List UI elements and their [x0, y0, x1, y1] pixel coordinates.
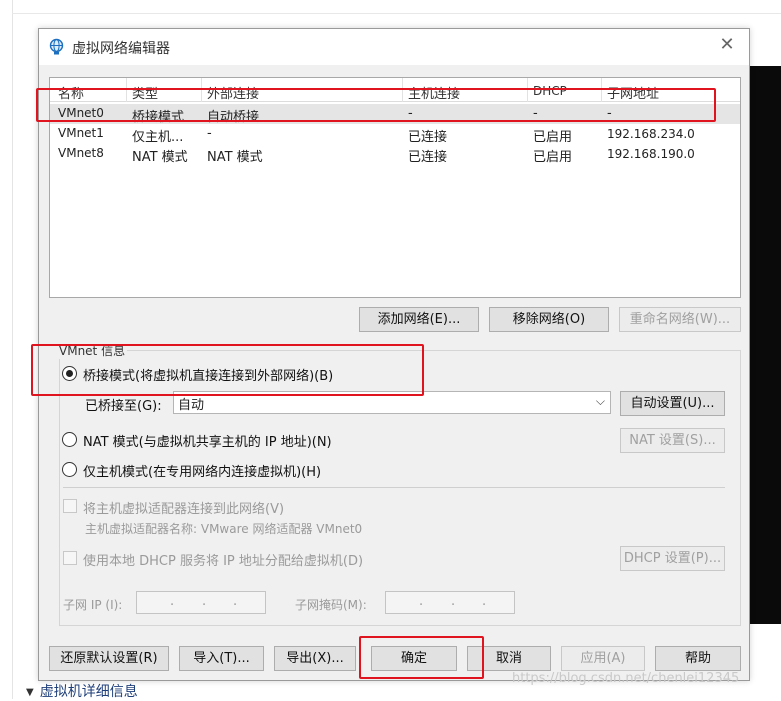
- collapse-triangle-icon: ▼: [26, 687, 34, 698]
- bridged-mode-label[interactable]: 桥接模式(将虚拟机直接连接到外部网络)(B): [83, 365, 333, 384]
- dialog-titlebar: 虚拟网络编辑器 ✕: [39, 29, 749, 65]
- column-header-name[interactable]: 名称: [58, 83, 84, 102]
- vm-details-heading[interactable]: ▼ 虚拟机详细信息: [26, 681, 138, 701]
- subnet-ip-input[interactable]: . . .: [136, 591, 266, 614]
- adapter-name-label: 主机虚拟适配器名称: VMware 网络适配器 VMnet0: [85, 522, 363, 536]
- column-divider[interactable]: [527, 78, 528, 102]
- cell-host: -: [408, 106, 413, 121]
- connect-adapter-checkbox[interactable]: [63, 499, 77, 513]
- subnet-mask-input[interactable]: . . .: [385, 591, 515, 614]
- cell-dhcp: 已启用: [533, 150, 573, 165]
- cell-subnet: -: [607, 106, 612, 121]
- bridged-to-label: 已桥接至(G):: [85, 399, 162, 414]
- rename-network-button[interactable]: 重命名网络(W)...: [619, 307, 741, 332]
- cell-external: NAT 模式: [207, 150, 263, 165]
- restore-defaults-button[interactable]: 还原默认设置(R): [49, 646, 169, 671]
- bridged-to-select[interactable]: 自动 ⌵: [173, 391, 611, 414]
- apply-button[interactable]: 应用(A): [561, 646, 645, 671]
- network-globe-icon: [49, 38, 64, 55]
- watermark: https://blog.csdn.net/chenlei12345: [512, 671, 740, 686]
- network-list-header: 名称 类型 外部连接 主机连接 DHCP 子网地址: [50, 78, 740, 102]
- column-header-external[interactable]: 外部连接: [207, 83, 259, 102]
- cell-name: VMnet0: [58, 106, 104, 120]
- table-row[interactable]: VMnet8 NAT 模式 NAT 模式 已连接 已启用 192.168.190…: [50, 144, 740, 165]
- column-header-dhcp[interactable]: DHCP: [533, 84, 567, 98]
- cell-external: 自动桥接: [207, 110, 260, 125]
- table-row[interactable]: VMnet1 仅主机... - 已连接 已启用 192.168.234.0: [50, 124, 740, 145]
- column-divider[interactable]: [402, 78, 403, 102]
- page-top-border: [12, 13, 781, 14]
- host-only-mode-radio[interactable]: [62, 462, 77, 477]
- column-divider[interactable]: [126, 78, 127, 102]
- nat-mode-label[interactable]: NAT 模式(与虚拟机共享主机的 IP 地址)(N): [83, 431, 332, 450]
- cell-dhcp: 已启用: [533, 130, 573, 145]
- connect-adapter-label[interactable]: 将主机虚拟适配器连接到此网络(V): [83, 498, 284, 517]
- bridged-to-value: 自动: [178, 398, 205, 413]
- cancel-button[interactable]: 取消: [467, 646, 551, 671]
- column-divider[interactable]: [201, 78, 202, 102]
- cell-type: NAT 模式: [132, 150, 188, 165]
- add-network-button[interactable]: 添加网络(E)...: [359, 307, 479, 332]
- remove-network-button[interactable]: 移除网络(O): [489, 307, 609, 332]
- dhcp-settings-button[interactable]: DHCP 设置(P)...: [620, 546, 725, 571]
- cell-type: 仅主机...: [132, 130, 184, 145]
- cell-dhcp: -: [533, 106, 538, 121]
- bridged-mode-radio[interactable]: [62, 366, 77, 381]
- host-only-mode-label[interactable]: 仅主机模式(在专用网络内连接虚拟机)(H): [83, 461, 321, 480]
- network-list[interactable]: 名称 类型 外部连接 主机连接 DHCP 子网地址 VMnet0 桥接模式 自动…: [49, 77, 741, 298]
- dialog-title: 虚拟网络编辑器: [72, 41, 170, 57]
- import-button[interactable]: 导入(T)...: [179, 646, 264, 671]
- help-button[interactable]: 帮助: [655, 646, 741, 671]
- close-icon[interactable]: ✕: [717, 35, 737, 55]
- cell-host: 已连接: [408, 130, 448, 145]
- ok-button[interactable]: 确定: [371, 646, 457, 671]
- cell-subnet: 192.168.190.0: [607, 147, 695, 161]
- subnet-ip-label: 子网 IP (I):: [63, 598, 123, 612]
- nat-mode-radio[interactable]: [62, 432, 77, 447]
- column-header-host[interactable]: 主机连接: [408, 83, 460, 102]
- virtual-network-editor-dialog: 虚拟网络编辑器 ✕ 名称 类型 外部连接 主机连接 DHCP 子网地址 VMne…: [38, 28, 750, 681]
- column-header-subnet[interactable]: 子网地址: [607, 83, 659, 102]
- local-dhcp-checkbox[interactable]: [63, 551, 77, 565]
- cell-name: VMnet8: [58, 146, 104, 160]
- export-button[interactable]: 导出(X)...: [274, 646, 356, 671]
- chevron-down-icon: ⌵: [595, 394, 605, 408]
- cell-external: -: [207, 126, 212, 141]
- group-separator: [63, 487, 725, 488]
- vm-details-label: 虚拟机详细信息: [39, 684, 138, 700]
- page-left-border: [12, 0, 13, 699]
- auto-settings-button[interactable]: 自动设置(U)...: [620, 391, 725, 416]
- cell-host: 已连接: [408, 150, 448, 165]
- vmnet-info-label: VMnet 信息: [57, 342, 128, 359]
- subnet-mask-label: 子网掩码(M):: [295, 598, 367, 612]
- background-dark-panel: [748, 66, 781, 624]
- local-dhcp-label[interactable]: 使用本地 DHCP 服务将 IP 地址分配给虚拟机(D): [83, 550, 363, 569]
- cell-type: 桥接模式: [132, 110, 185, 125]
- column-header-type[interactable]: 类型: [132, 83, 158, 102]
- cell-subnet: 192.168.234.0: [607, 127, 695, 141]
- table-row[interactable]: VMnet0 桥接模式 自动桥接 - - -: [50, 104, 740, 125]
- nat-settings-button[interactable]: NAT 设置(S)...: [620, 428, 725, 453]
- column-divider[interactable]: [601, 78, 602, 102]
- cell-name: VMnet1: [58, 126, 104, 140]
